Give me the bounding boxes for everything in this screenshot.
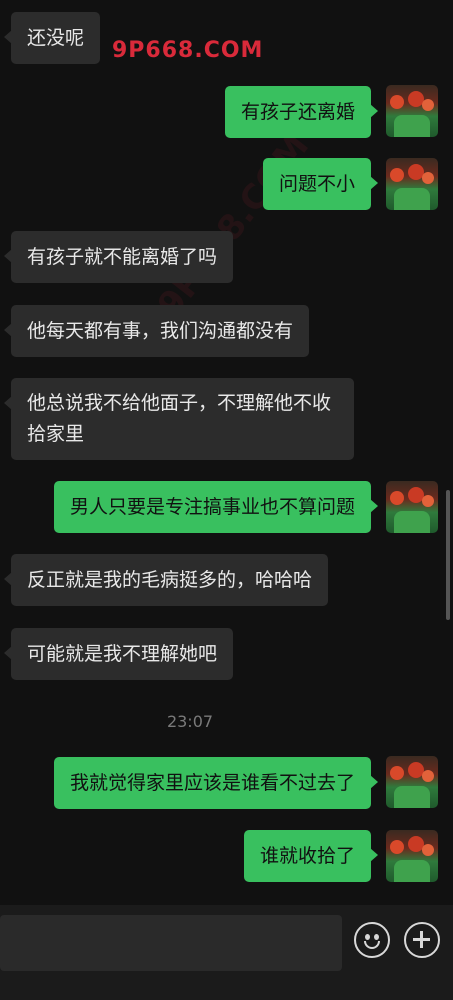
message-bubble-incoming[interactable]: 有孩子就不能离婚了吗 xyxy=(3,231,234,283)
message-text: 可能就是我不理解她吧 xyxy=(27,643,218,665)
message-bubble-incoming[interactable]: 他总说我不给他面子，不理解他不收拾家里 xyxy=(4,378,354,460)
input-bar xyxy=(0,905,453,1000)
message-bubble-incoming[interactable]: 可能就是我不理解她吧 xyxy=(3,628,234,680)
message-bubble-outgoing[interactable]: 我就觉得家里应该是谁看不过去了 xyxy=(53,757,379,809)
message-bubble-incoming[interactable]: 还没呢 xyxy=(3,12,101,64)
user-avatar[interactable] xyxy=(386,158,438,210)
smiley-face-icon[interactable] xyxy=(354,922,390,958)
user-avatar[interactable] xyxy=(386,481,438,533)
message-text: 他总说我不给他面子，不理解他不收拾家里 xyxy=(27,392,332,445)
message-bubble-outgoing[interactable]: 问题不小 xyxy=(262,158,379,210)
message-text: 还没呢 xyxy=(27,27,85,49)
message-bubble-outgoing[interactable]: 男人只要是专注搞事业也不算问题 xyxy=(53,481,379,533)
user-avatar[interactable] xyxy=(386,830,438,882)
watermark: 9P668.COM xyxy=(112,38,264,63)
message-text: 有孩子就不能离婚了吗 xyxy=(27,246,218,268)
message-text: 他每天都有事，我们沟通都没有 xyxy=(27,320,294,342)
scrollbar[interactable] xyxy=(446,490,450,620)
message-input[interactable] xyxy=(0,915,342,971)
message-text: 有孩子还离婚 xyxy=(240,101,355,123)
message-text: 男人只要是专注搞事业也不算问题 xyxy=(69,496,355,518)
plus-circle-icon[interactable] xyxy=(404,922,440,958)
message-bubble-incoming[interactable]: 反正就是我的毛病挺多的，哈哈哈 xyxy=(3,554,329,606)
user-avatar[interactable] xyxy=(386,85,438,137)
user-avatar[interactable] xyxy=(386,756,438,808)
message-bubble-outgoing[interactable]: 有孩子还离婚 xyxy=(224,86,379,138)
message-text: 我就觉得家里应该是谁看不过去了 xyxy=(69,772,355,794)
message-bubble-outgoing[interactable]: 谁就收拾了 xyxy=(243,830,379,882)
message-bubble-incoming[interactable]: 他每天都有事，我们沟通都没有 xyxy=(3,305,310,357)
message-text: 反正就是我的毛病挺多的，哈哈哈 xyxy=(27,569,313,591)
message-text: 谁就收拾了 xyxy=(259,845,355,867)
timestamp: 23:07 xyxy=(166,712,214,731)
message-text: 问题不小 xyxy=(278,173,355,195)
